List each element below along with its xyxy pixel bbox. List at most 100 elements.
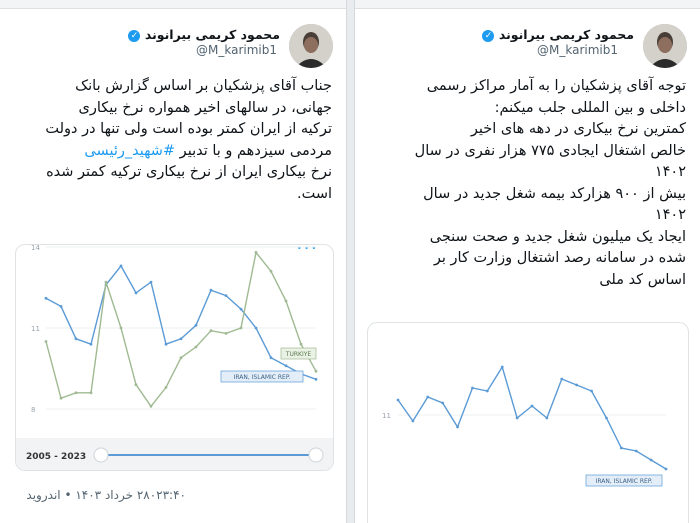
data-point[interactable] <box>164 386 168 389</box>
tweet-text-segment: مردمی سیزدهم و با تدبیر <box>175 142 332 159</box>
y-tick-label: 8 <box>31 406 35 414</box>
avatar[interactable] <box>289 24 333 68</box>
tweet-right[interactable]: محمود کریمی بیرانوند ✓ @M_karimib1 توجه … <box>354 0 700 523</box>
data-point[interactable] <box>314 377 318 381</box>
data-point[interactable] <box>560 377 564 381</box>
data-point[interactable] <box>209 288 213 292</box>
data-point[interactable] <box>485 389 489 393</box>
data-point[interactable] <box>194 323 198 327</box>
tweet-text-line: ۱۴۰۲ <box>654 164 686 180</box>
data-point[interactable] <box>44 340 48 343</box>
data-point[interactable] <box>224 332 228 335</box>
tweet-text-line: ۱۴۰۲ <box>654 207 686 223</box>
data-point[interactable] <box>605 416 608 420</box>
data-point[interactable] <box>134 383 138 387</box>
data-point[interactable] <box>89 342 93 346</box>
tweet-divider <box>355 0 700 9</box>
data-point[interactable] <box>239 307 243 311</box>
data-point[interactable] <box>179 337 183 341</box>
avatar-photo <box>643 24 687 68</box>
tweet-text-line: بیش از ۹۰۰ هزارکد بیمه شغل جدید در سال <box>423 185 686 202</box>
data-point[interactable] <box>44 296 48 300</box>
tweet-text-line: است. <box>296 185 332 202</box>
tweet-divider <box>0 0 346 9</box>
tweet-text-line: اساس کد ملی <box>599 271 686 288</box>
data-point[interactable] <box>284 299 288 303</box>
series-label: TURKIYE <box>285 351 312 358</box>
author-name-text: محمود کریمی بیرانوند <box>144 27 280 42</box>
data-point[interactable] <box>619 446 623 450</box>
unemployment-chart: 11 IRAN, ISLAMIC REP. <box>382 365 668 487</box>
tweet-text-line: نرخ بیکاری ایران از نرخ بیکاری ترکیه کمت… <box>46 164 332 180</box>
hashtag-link[interactable]: #شهید_رئیسی <box>84 143 175 159</box>
data-point[interactable] <box>269 269 273 273</box>
data-point[interactable] <box>119 326 123 330</box>
tweet-text-line: جهانی، در سالهای اخیر همواره نرخ بیکاری <box>78 99 332 116</box>
data-point[interactable] <box>284 364 288 368</box>
data-point[interactable] <box>119 264 123 268</box>
data-point[interactable] <box>634 449 638 453</box>
tweet-text-line: خالص اشتغال ایجادی ۷۷۵ هزار نفری در سال <box>414 142 686 159</box>
tweet-text-line: مردمی سیزدهم و با تدبیر #شهید_رئیسی <box>14 141 332 163</box>
range-slider-handle-end[interactable] <box>308 447 324 463</box>
tweet-text-line: شده در سامانه رصد اشتغال وزارت کار بر <box>433 250 686 266</box>
range-label: 2005 - 2023 <box>26 452 86 462</box>
data-point[interactable] <box>649 458 653 462</box>
data-point[interactable] <box>254 326 258 330</box>
data-point[interactable] <box>269 356 273 360</box>
tweet-text-line: داخلی و بین المللی جلب میکنم: <box>494 99 686 116</box>
tweet-text: جناب آقای پزشکیان بر اساس گزارش بانک جها… <box>14 76 332 205</box>
data-point[interactable] <box>179 356 183 360</box>
author-name[interactable]: محمود کریمی بیرانوند ✓ <box>124 27 280 42</box>
y-tick-label: 11 <box>31 325 40 333</box>
tweet-text-line: ایجاد یک میلیون شغل جدید و صحت سنجی <box>429 228 686 245</box>
data-point[interactable] <box>134 291 138 295</box>
series-label: IRAN, ISLAMIC REP. <box>234 374 291 381</box>
tweet-text: توجه آقای پزشکیان را به آمار مراکز رسمی … <box>366 76 686 291</box>
data-point[interactable] <box>104 280 108 284</box>
author-handle[interactable]: @M_karimib1 <box>196 43 277 57</box>
data-point[interactable] <box>441 401 445 405</box>
avatar[interactable] <box>643 24 687 68</box>
author-handle[interactable]: @M_karimib1 <box>537 43 618 57</box>
data-point[interactable] <box>299 342 303 346</box>
data-point[interactable] <box>396 398 400 402</box>
data-point[interactable] <box>515 416 519 420</box>
data-point[interactable] <box>426 395 430 399</box>
data-point[interactable] <box>59 305 63 308</box>
data-point[interactable] <box>314 369 318 373</box>
series-line <box>397 365 667 470</box>
data-point[interactable] <box>590 389 593 393</box>
data-point[interactable] <box>545 416 549 420</box>
tweet-text-line: کمترین نرخ بیکاری در دهه های اخیر <box>470 121 686 137</box>
range-slider-handle-start[interactable] <box>93 447 109 463</box>
data-point[interactable] <box>411 419 415 423</box>
series-line <box>45 250 317 408</box>
data-point[interactable] <box>254 251 258 254</box>
data-point[interactable] <box>456 425 459 429</box>
data-point[interactable] <box>74 337 78 341</box>
data-point[interactable] <box>209 329 213 333</box>
data-point[interactable] <box>194 345 198 349</box>
tweet-left[interactable]: محمود کریمی بیرانوند ✓ @M_karimib1 جناب … <box>0 0 347 523</box>
data-point[interactable] <box>575 383 579 387</box>
data-point[interactable] <box>530 404 534 408</box>
author-name[interactable]: محمود کریمی بیرانوند ✓ <box>478 27 634 42</box>
tweet-timestamp[interactable]: ۲۸۰۲۳:۴۰ خرداد ۱۴۰۳ • اندروید <box>26 488 186 502</box>
data-point[interactable] <box>149 404 153 408</box>
data-point[interactable] <box>59 396 63 400</box>
data-point[interactable] <box>89 391 93 395</box>
chart-menu-dots: • • • <box>297 245 316 253</box>
data-point[interactable] <box>500 365 504 369</box>
data-point[interactable] <box>471 386 474 390</box>
chart-media[interactable]: 11 IRAN, ISLAMIC REP. <box>367 322 689 523</box>
data-point[interactable] <box>164 342 168 346</box>
chart-media[interactable]: • • • 14 11 8 IRAN, ISLAMIC REP. TURKIYE 20… <box>15 244 334 471</box>
data-point[interactable] <box>74 391 78 395</box>
data-point[interactable] <box>149 280 153 284</box>
y-tick-label: 11 <box>382 412 391 420</box>
data-point[interactable] <box>239 326 243 330</box>
series-line <box>45 264 317 380</box>
data-point[interactable] <box>664 467 668 471</box>
data-point[interactable] <box>224 294 228 297</box>
